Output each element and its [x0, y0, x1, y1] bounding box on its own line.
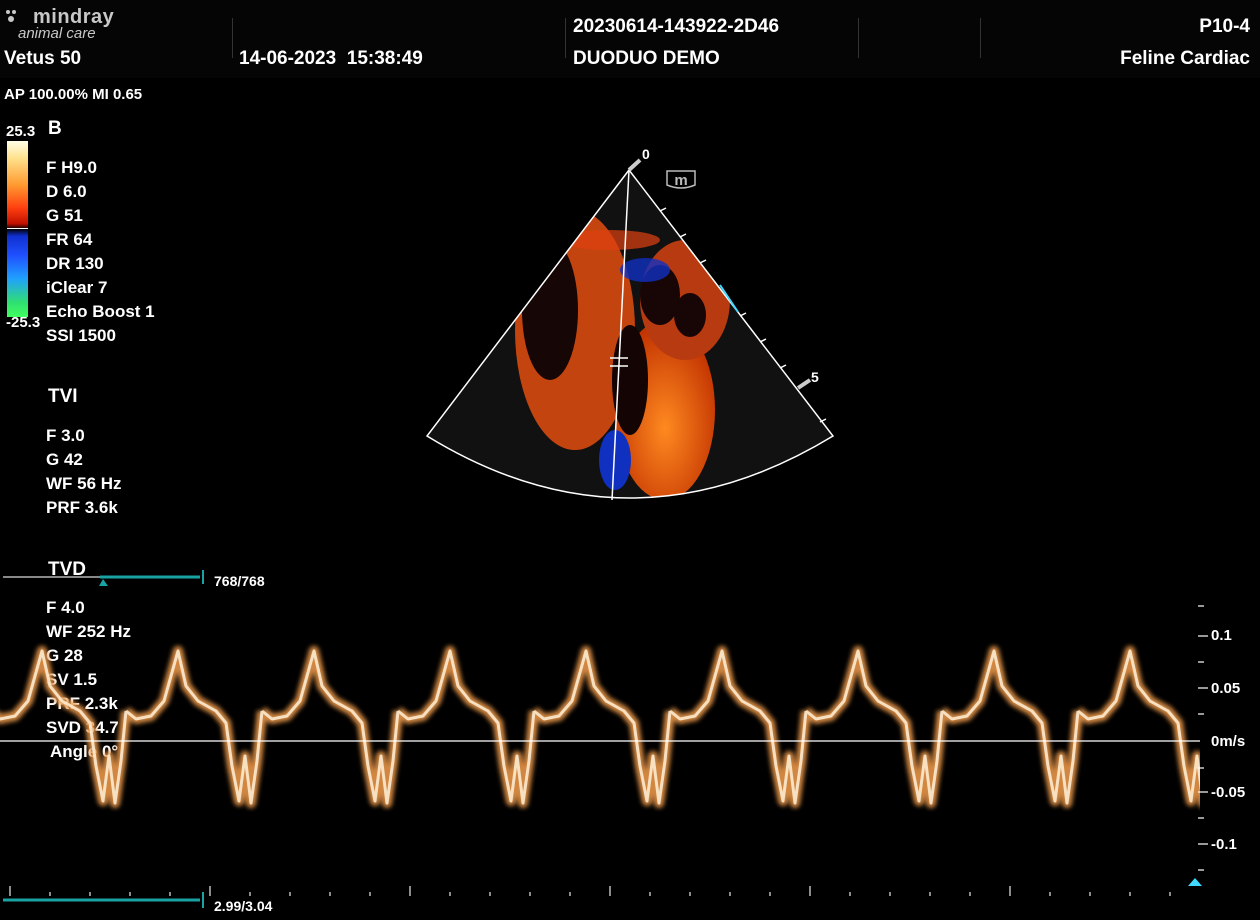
time-cursor-icon[interactable] [1188, 878, 1202, 886]
color-velocity-bar [7, 141, 28, 317]
device-name: Vetus 50 [4, 48, 82, 69]
tvi-param: WF 56 Hz [46, 474, 122, 493]
patient-name: DUODUO DEMO [573, 48, 720, 69]
spectral-cycle [1074, 646, 1200, 807]
probe-name: P10-4 [1199, 16, 1250, 37]
tvi-title: TVI [48, 386, 78, 407]
spectral-cycle [805, 649, 944, 805]
cine-scrollbar-top[interactable] [0, 570, 212, 588]
color-doppler-sector[interactable] [400, 140, 860, 520]
cine-handle-icon[interactable] [99, 579, 108, 586]
depth-zero-label: 0 [642, 146, 650, 162]
spectral-cycle [397, 649, 536, 805]
m-badge-icon: m [666, 170, 696, 189]
exam-preset: Feline Cardiac [1120, 48, 1250, 69]
tvi-param: PRF 3.6k [46, 498, 118, 517]
exam-time: 15:38:49 [346, 48, 423, 69]
study-id: 20230614-143922-2D46 [573, 16, 780, 37]
b-param: D 6.0 [46, 182, 87, 201]
power-index: AP 100.00% MI 0.65 [4, 86, 143, 103]
tvi-param: F 3.0 [46, 426, 85, 445]
b-param: Echo Boost 1 [46, 302, 155, 321]
colorbar-min: -25.3 [6, 314, 41, 331]
tvi-params: F 3.0 G 42 WF 56 Hz PRF 3.6k [46, 424, 122, 520]
velocity-tick: -0.1 [1211, 836, 1237, 853]
depth-five-label: 5 [811, 369, 819, 385]
b-mode-title: B [48, 118, 62, 139]
velocity-tick: -0.05 [1211, 784, 1246, 801]
exam-datetime: 14-06-2023 15:38:49 [239, 48, 423, 70]
tvi-param: G 42 [46, 450, 83, 469]
spectral-cycle [533, 649, 672, 805]
velocity-scale-ticks [1198, 605, 1208, 871]
spectral-cycle [261, 649, 400, 805]
b-param: SSI 1500 [46, 326, 116, 345]
b-mode-params: F H9.0 D 6.0 G 51 FR 64 DR 130 iClear 7 … [46, 156, 155, 348]
time-axis [3, 878, 1202, 908]
spectral-cycle [669, 649, 808, 805]
spectral-cycle [941, 649, 1080, 805]
cine-frame-counter: 768/768 [214, 573, 265, 589]
exam-date: 14-06-2023 [239, 48, 337, 69]
cine-time-counter: 2.99/3.04 [214, 898, 273, 914]
spectral-cycle [0, 649, 128, 805]
colorbar-baseline [7, 228, 28, 229]
tissue-doppler-spectrum[interactable] [0, 600, 1200, 890]
velocity-tick: 0.1 [1211, 627, 1232, 644]
spectral-cycle [125, 649, 264, 805]
b-param: DR 130 [46, 254, 104, 273]
velocity-tick: 0m/s [1211, 733, 1246, 750]
paw-icon [6, 10, 16, 22]
b-param: iClear 7 [46, 278, 108, 297]
brand-sub: animal care [18, 25, 96, 42]
b-param: F H9.0 [46, 158, 98, 177]
colorbar-max: 25.3 [6, 123, 36, 140]
velocity-tick: 0.05 [1211, 680, 1241, 697]
b-param: G 51 [46, 206, 83, 225]
svg-text:m: m [674, 172, 687, 189]
b-param: FR 64 [46, 230, 93, 249]
